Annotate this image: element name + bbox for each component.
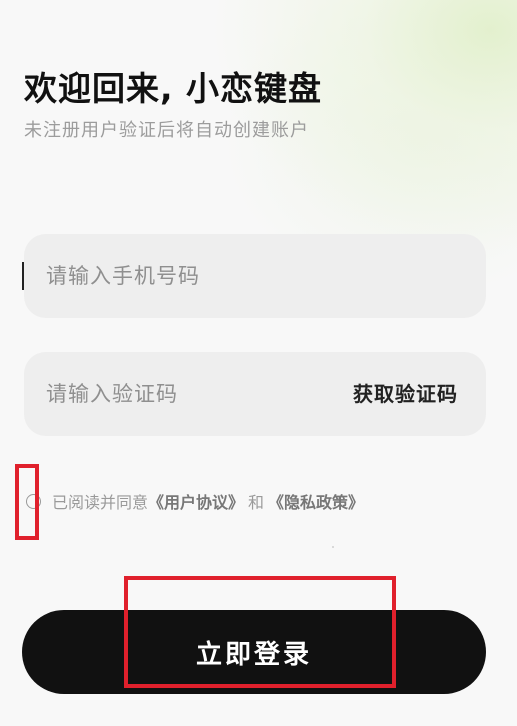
privacy-policy-link[interactable]: 《隐私政策》 xyxy=(268,489,364,513)
get-code-button[interactable]: 获取验证码 xyxy=(353,352,458,436)
page-subtitle: 未注册用户验证后将自动创建账户 xyxy=(24,120,309,141)
text-cursor xyxy=(22,262,24,290)
phone-input[interactable] xyxy=(46,234,346,318)
verification-code-input[interactable] xyxy=(46,352,346,436)
code-field-container[interactable]: 获取验证码 xyxy=(24,352,486,436)
agreement-prefix: 已阅读并同意 xyxy=(52,493,149,512)
agreement-row: 已阅读并同意 《用户协议》 和 《隐私政策》 xyxy=(22,486,364,516)
user-agreement-link[interactable]: 《用户协议》 xyxy=(148,489,244,513)
phone-field-container[interactable] xyxy=(24,234,486,318)
stray-dot xyxy=(332,546,334,548)
page-title: 欢迎回来, 小恋键盘 xyxy=(24,69,323,108)
agreement-radio[interactable] xyxy=(26,493,41,509)
agreement-and: 和 xyxy=(248,493,265,512)
login-button[interactable]: 立即登录 xyxy=(22,610,486,694)
